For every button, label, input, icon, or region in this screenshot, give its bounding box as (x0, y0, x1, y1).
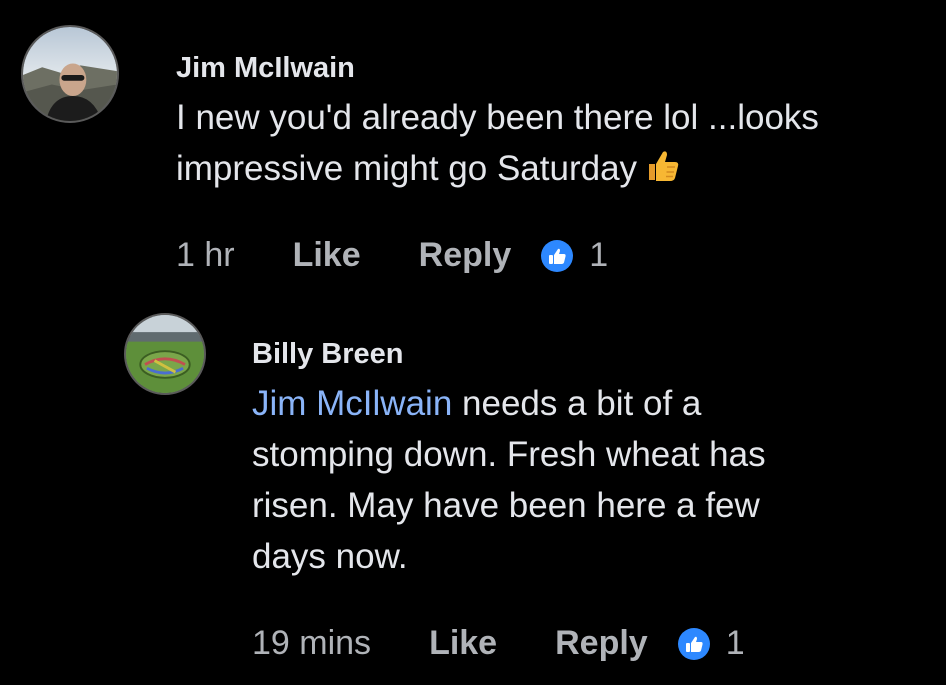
avatar-photo (23, 27, 117, 121)
comment-actions: 1 hr Like Reply 1 (176, 236, 608, 275)
like-button[interactable]: Like (293, 236, 361, 275)
comment-text: I new you'd already been there lol ...lo… (176, 92, 916, 198)
comment-text-line: I new you'd already been there lol ...lo… (176, 98, 819, 137)
comment-author-name[interactable]: Jim McIlwain (176, 52, 355, 85)
comment-text-line-part: needs a bit of a (452, 384, 702, 423)
reaction-count[interactable]: 1 (726, 624, 745, 663)
comment-timestamp[interactable]: 1 hr (176, 236, 235, 275)
comment-text-line: days now. (252, 537, 408, 576)
thumbs-up-emoji-icon (643, 146, 681, 198)
comment-text: Jim McIlwain needs a bit of a stomping d… (252, 378, 912, 582)
avatar[interactable] (21, 25, 119, 123)
comment-author-name[interactable]: Billy Breen (252, 338, 404, 371)
reply-button[interactable]: Reply (419, 236, 512, 275)
comment-text-line-part: impressive might go Saturday (176, 149, 638, 188)
like-reaction-icon[interactable] (677, 627, 710, 660)
reaction-count[interactable]: 1 (589, 236, 608, 275)
comment-text-line: Jim McIlwain needs a bit of a (252, 378, 912, 429)
avatar-photo (126, 315, 204, 393)
avatar[interactable] (124, 313, 206, 395)
comment-text-line: stomping down. Fresh wheat has (252, 435, 766, 474)
comment-text-line: risen. May have been here a few (252, 486, 760, 525)
mention-link[interactable]: Jim McIlwain (252, 384, 452, 423)
comment-text-line: impressive might go Saturday (176, 143, 916, 198)
comment-timestamp[interactable]: 19 mins (252, 624, 371, 663)
like-button[interactable]: Like (429, 624, 497, 663)
comment-actions: 19 mins Like Reply 1 (252, 624, 745, 663)
reply-button[interactable]: Reply (555, 624, 648, 663)
like-reaction-icon[interactable] (541, 239, 574, 272)
